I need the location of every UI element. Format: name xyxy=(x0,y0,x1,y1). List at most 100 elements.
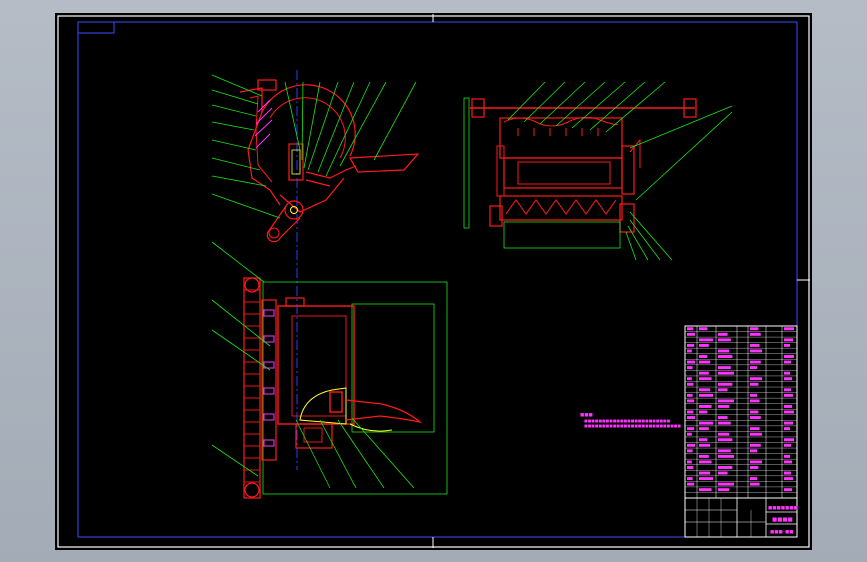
parts-list-cell-text xyxy=(718,482,734,486)
parts-list-cell-text xyxy=(699,338,713,342)
parts-list-cell-text xyxy=(718,432,730,436)
parts-list-cell-text xyxy=(718,355,733,358)
parts-list-cell-text xyxy=(784,410,794,414)
parts-list-cell-text xyxy=(750,366,758,370)
parts-list-cell-text xyxy=(784,338,793,342)
parts-list-cell-text xyxy=(699,488,712,492)
parts-list-cell-text xyxy=(718,399,734,403)
parts-list-cell-text xyxy=(687,366,693,370)
parts-list-cell-text xyxy=(687,482,695,486)
parts-list-cell-text xyxy=(784,393,793,397)
parts-list-cell-text xyxy=(687,443,695,447)
parts-list-cell-text xyxy=(699,471,711,475)
notes-line-2: ■■■■■■■■■■■■■■■■■■■■■■■■■■■ xyxy=(584,423,681,428)
parts-list-cell-text xyxy=(784,355,794,358)
parts-list-cell-text xyxy=(699,393,713,397)
parts-list-cell-text xyxy=(687,332,695,336)
parts-list-cell-text xyxy=(784,488,792,492)
parts-list-cell-text xyxy=(750,343,760,347)
parts-list-cell-text xyxy=(784,443,791,447)
parts-list-cell-text xyxy=(699,410,708,414)
parts-list-cell-text xyxy=(718,382,733,386)
parts-list-cell-text xyxy=(718,471,728,475)
parts-list-cell-text xyxy=(750,410,759,414)
parts-list-cell-text xyxy=(750,332,761,336)
parts-list-cell-text xyxy=(699,343,709,347)
drawing-sheet xyxy=(55,13,812,550)
parts-list-cell-text xyxy=(718,371,734,375)
parts-list-cell-text xyxy=(750,416,761,420)
parts-list-cell-text xyxy=(718,349,730,353)
parts-list-cell-text xyxy=(784,427,790,431)
parts-list-cell-text xyxy=(750,399,760,403)
parts-list-cell-text xyxy=(718,488,730,492)
parts-list-cell-text xyxy=(718,332,728,336)
parts-list-cell-text xyxy=(718,449,731,453)
parts-list-cell-text xyxy=(784,438,794,442)
parts-list-cell-text xyxy=(699,327,708,331)
parts-list-cell-text xyxy=(718,366,731,370)
parts-list-cell-text xyxy=(784,454,790,458)
parts-list-cell-text xyxy=(750,382,759,386)
parts-list-cell-text xyxy=(784,460,792,464)
parts-list-cell-text xyxy=(687,416,695,420)
parts-list-cell-text xyxy=(687,377,692,381)
parts-list-cell-text xyxy=(699,388,711,392)
parts-list-cell-text xyxy=(750,477,758,481)
parts-list-cell-text xyxy=(750,427,760,431)
parts-list-cell-text xyxy=(687,393,693,397)
parts-list-cell-text xyxy=(784,377,792,381)
parts-list-cell-text xyxy=(718,421,731,425)
parts-list-cell-text xyxy=(687,410,694,414)
parts-list-cell-text xyxy=(699,427,709,431)
parts-list-cell-text xyxy=(699,443,711,447)
parts-list-cell-text xyxy=(718,388,728,392)
parts-list-cell-text xyxy=(699,438,708,442)
parts-list-cell-text xyxy=(784,421,793,425)
parts-list-cell-text xyxy=(750,349,762,353)
parts-list-cell-text xyxy=(699,477,713,481)
parts-list-cell-text xyxy=(687,399,695,403)
parts-list-cell-text xyxy=(718,466,733,469)
parts-list-cell-text xyxy=(750,377,762,381)
parts-list-cell-text xyxy=(750,393,758,397)
parts-list-cell-text xyxy=(750,466,759,469)
parts-list-cell-text xyxy=(784,404,792,408)
parts-list-cell-text xyxy=(687,460,692,464)
parts-list-cell-text xyxy=(699,371,709,375)
parts-list-cell-text xyxy=(687,360,695,364)
parts-list-cell-text xyxy=(784,477,793,481)
parts-list-cell-text xyxy=(699,454,709,458)
parts-list-cell-text xyxy=(699,360,711,364)
parts-list-cell-text xyxy=(784,371,790,375)
drawing-number: ■■■–■■ xyxy=(770,530,794,535)
parts-list-cell-text xyxy=(687,466,694,469)
parts-list-cell-text xyxy=(750,482,760,486)
parts-list-cell-text xyxy=(687,449,693,453)
parts-list-cell-text xyxy=(699,421,713,425)
parts-list-cell-text xyxy=(718,438,733,442)
parts-list-cell-text xyxy=(784,388,791,392)
parts-list-cell-text xyxy=(699,460,712,464)
parts-list-cell-text xyxy=(687,343,695,347)
parts-list-cell-text xyxy=(718,404,730,408)
parts-list-cell-text xyxy=(687,432,692,436)
parts-list-cell-text xyxy=(718,416,728,420)
parts-list-cell-text xyxy=(750,449,758,453)
parts-list-cell-text xyxy=(687,382,694,386)
parts-list-cell-text xyxy=(750,460,762,464)
drawing-title: ■■■■ xyxy=(772,517,793,523)
parts-list-cell-text xyxy=(718,454,734,458)
parts-list-cell-text xyxy=(750,327,759,331)
parts-list-cell-text xyxy=(699,355,708,358)
parts-list-cell-text xyxy=(784,327,794,331)
parts-list-cell-text xyxy=(784,471,791,475)
parts-list-cell-text xyxy=(718,338,731,342)
parts-list-cell-text xyxy=(687,349,692,353)
parts-list-cell-text xyxy=(687,477,693,481)
parts-list-cell-text xyxy=(784,343,790,347)
cad-viewport[interactable]: ■■■: ■■■■■■■■■■■■■■■■■■■■■■■■ ■■■■■■■■■■… xyxy=(0,0,867,562)
parts-list-cell-text xyxy=(750,360,761,364)
unit-name: ■■■■■■■ xyxy=(768,506,798,511)
parts-list-cell-text xyxy=(784,360,791,364)
